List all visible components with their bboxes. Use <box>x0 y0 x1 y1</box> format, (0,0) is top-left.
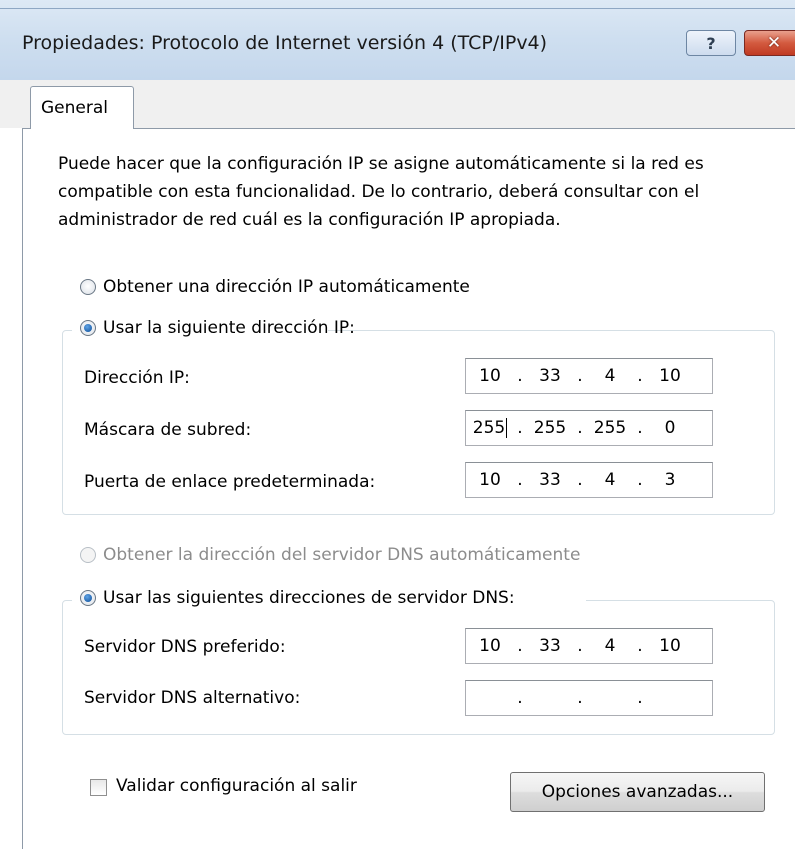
gateway-field[interactable]: 10. 33. 4. 3 <box>465 462 713 498</box>
octet: 10 <box>659 636 681 656</box>
advanced-options-label: Opciones avanzadas... <box>541 782 734 802</box>
subnet-mask-label: Máscara de subred: <box>84 420 252 440</box>
close-icon: ✕ <box>766 33 782 53</box>
octet: 10 <box>479 636 501 656</box>
intro-text: Puede hacer que la configuración IP se a… <box>58 154 704 230</box>
tab-general-label: General <box>41 98 108 118</box>
radio-ip-auto-label: Obtener una dirección IP automáticamente <box>103 277 470 297</box>
octet-separator: . <box>517 418 523 438</box>
help-button[interactable]: ? <box>686 30 736 56</box>
octet-separator: . <box>637 636 643 656</box>
octet: 33 <box>539 636 561 656</box>
octet: 3 <box>664 470 676 490</box>
radio-dns-manual-button[interactable] <box>80 590 96 606</box>
octet-separator: . <box>637 688 643 708</box>
validate-checkbox[interactable] <box>90 779 107 796</box>
octet-separator: . <box>577 636 583 656</box>
octet-separator: . <box>577 470 583 490</box>
dns-preferred-label: Servidor DNS preferido: <box>84 637 286 657</box>
octet-separator: . <box>577 418 583 438</box>
octet-separator: . <box>637 418 643 438</box>
octet-separator: . <box>517 688 523 708</box>
octet: 33 <box>539 366 561 386</box>
radio-dns-auto-label: Obtener la dirección del servidor DNS au… <box>103 545 581 565</box>
title-bar-edge <box>0 8 795 9</box>
radio-ip-manual-button[interactable] <box>80 320 96 336</box>
radio-ip-manual[interactable]: Usar la siguiente dirección IP: <box>80 318 355 338</box>
octet-separator: . <box>577 688 583 708</box>
tab-general[interactable]: General <box>30 86 134 129</box>
octet-separator: . <box>517 366 523 386</box>
ip-address-label: Dirección IP: <box>84 368 190 388</box>
radio-dns-manual-label: Usar las siguientes direcciones de servi… <box>103 588 515 608</box>
dns-alternate-label: Servidor DNS alternativo: <box>84 688 301 708</box>
octet-separator: . <box>637 470 643 490</box>
octet-separator: . <box>517 470 523 490</box>
octet: 33 <box>539 470 561 490</box>
gateway-label: Puerta de enlace predeterminada: <box>84 472 376 492</box>
window-title: Propiedades: Protocolo de Internet versi… <box>22 32 548 54</box>
radio-ip-auto[interactable]: Obtener una dirección IP automáticamente <box>80 277 470 297</box>
octet-value: 255 <box>472 418 506 438</box>
radio-dns-auto-button[interactable] <box>80 547 96 563</box>
octet: 10 <box>659 366 681 386</box>
advanced-options-button[interactable]: Opciones avanzadas... <box>510 772 765 812</box>
validate-label: Validar configuración al salir <box>116 776 357 796</box>
dns-preferred-field[interactable]: 10. 33. 4. 10 <box>465 628 713 664</box>
octet: 4 <box>604 366 616 386</box>
text-caret <box>506 418 508 438</box>
radio-ip-auto-button[interactable] <box>80 279 96 295</box>
octet: 10 <box>479 366 501 386</box>
octet: 0 <box>664 418 676 438</box>
dns-alternate-field[interactable]: . . . <box>465 680 713 716</box>
octet: 10 <box>479 470 501 490</box>
octet-separator: . <box>517 636 523 656</box>
octet-separator: . <box>637 366 643 386</box>
radio-dns-manual[interactable]: Usar las siguientes direcciones de servi… <box>80 588 515 608</box>
octet: 255 <box>533 418 567 438</box>
octet: 4 <box>604 470 616 490</box>
octet: 255 <box>466 418 514 438</box>
octet: 255 <box>593 418 627 438</box>
radio-ip-manual-label: Usar la siguiente dirección IP: <box>103 318 355 338</box>
subnet-mask-field[interactable]: 255. 255. 255. 0 <box>465 410 713 446</box>
radio-dns-auto[interactable]: Obtener la dirección del servidor DNS au… <box>80 545 580 565</box>
help-icon: ? <box>706 33 716 53</box>
close-button[interactable]: ✕ <box>744 30 795 56</box>
octet-separator: . <box>577 366 583 386</box>
title-bar: Propiedades: Protocolo de Internet versi… <box>0 0 795 81</box>
ip-address-field[interactable]: 10. 33. 4. 10 <box>465 358 713 394</box>
octet: 4 <box>604 636 616 656</box>
